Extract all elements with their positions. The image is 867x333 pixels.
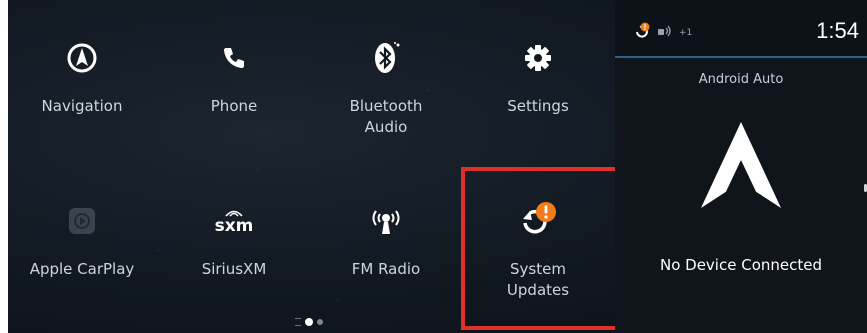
gear-icon [524, 40, 552, 76]
phone-app-button[interactable]: Phone [164, 0, 304, 150]
radio-antenna-icon [369, 203, 403, 239]
android-auto-panel: +1 1:54 Android Auto No Device Connected [615, 0, 867, 333]
page-list-icon [295, 318, 301, 326]
navigation-icon [66, 40, 98, 76]
page-indicator[interactable] [295, 318, 323, 326]
settings-app-button[interactable]: Settings [468, 0, 608, 150]
bluetooth-label-line1: Bluetooth [349, 97, 423, 115]
phone-icon [221, 40, 247, 76]
siriusxm-label: SiriusXM [201, 260, 267, 278]
siriusxm-app-button[interactable]: sxm SiriusXM [164, 163, 304, 313]
wireless-phone-icon [657, 25, 673, 40]
system-updates-highlight-frame [461, 167, 623, 330]
status-extra-count: +1 [679, 27, 693, 38]
status-bar: +1 1:54 [615, 0, 867, 58]
sxm-logo-text: sxm [214, 216, 254, 236]
page-dot [317, 319, 323, 325]
settings-label: Settings [507, 97, 569, 115]
navigation-app-button[interactable]: Navigation [12, 0, 152, 150]
bluetooth-label-line2: Audio [364, 118, 408, 136]
phone-label: Phone [210, 97, 258, 115]
bluetooth-icon [371, 40, 401, 76]
carplay-icon [67, 203, 97, 239]
fm-radio-label: FM Radio [351, 260, 421, 278]
siriusxm-logo-icon: sxm [214, 203, 254, 239]
carplay-label: Apple CarPlay [29, 260, 135, 278]
apple-carplay-app-button[interactable]: Apple CarPlay [12, 163, 152, 313]
page-dot-active [305, 318, 313, 326]
no-device-connected-text: No Device Connected [659, 256, 822, 274]
update-alert-icon [633, 22, 651, 43]
android-auto-logo-icon[interactable] [699, 120, 783, 216]
navigation-label: Navigation [41, 97, 123, 115]
clock: 1:54 [816, 18, 859, 43]
fm-radio-app-button[interactable]: FM Radio [316, 163, 456, 313]
bluetooth-audio-app-button[interactable]: Bluetooth Audio [316, 0, 456, 150]
android-auto-title: Android Auto [698, 72, 784, 87]
